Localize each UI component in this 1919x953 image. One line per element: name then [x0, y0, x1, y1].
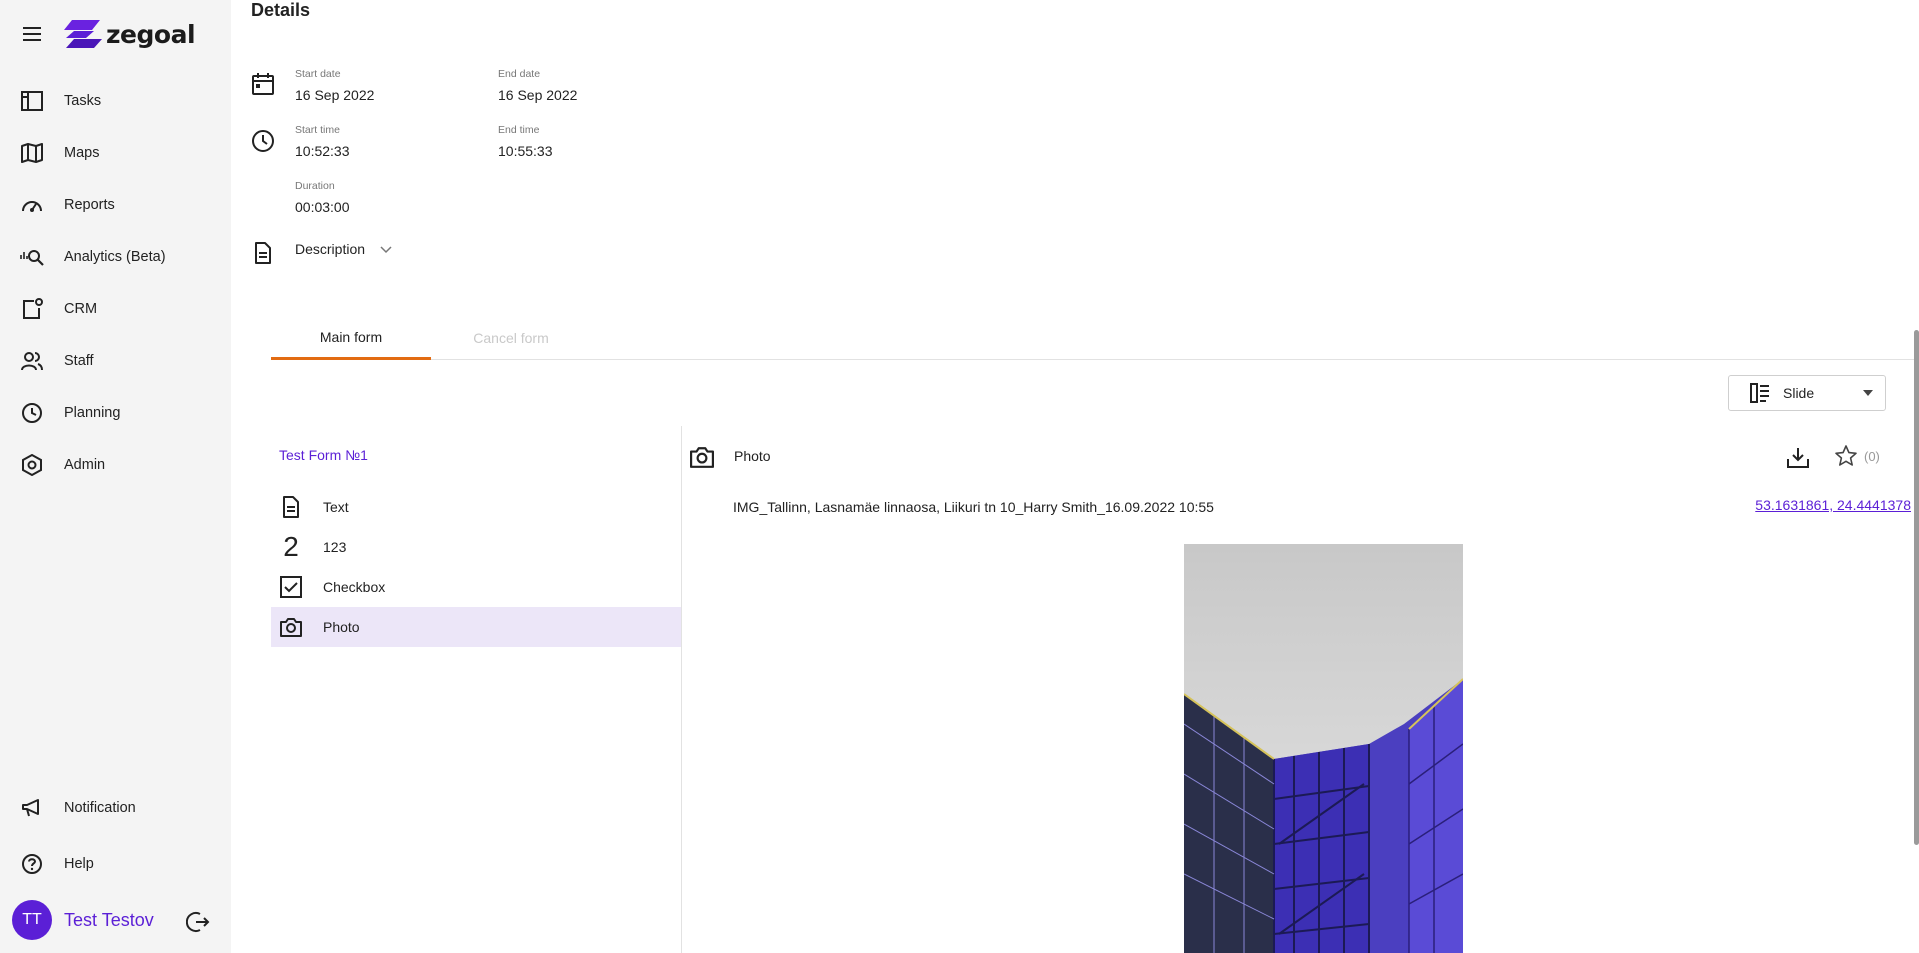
checkbox-icon	[279, 575, 303, 599]
clock-icon	[20, 401, 44, 425]
description-label: Description	[295, 241, 366, 257]
start-time-value: 10:52:33	[295, 143, 350, 159]
sidebar-item-help[interactable]: Help	[0, 844, 231, 884]
start-date-value: 16 Sep 2022	[295, 87, 375, 103]
photo-viewer: Photo (0) IMG_Tallinn, Lasnamäe linnaosa…	[682, 426, 1919, 953]
form-item-checkbox[interactable]: Checkbox	[271, 567, 681, 607]
page-title: Details	[251, 0, 311, 20]
sidebar: zegoal Tasks Maps Reports Analytics (Bet…	[0, 0, 231, 953]
document-icon	[279, 495, 303, 519]
camera-icon	[690, 447, 714, 468]
analytics-search-icon	[20, 245, 44, 269]
tasks-icon	[20, 89, 44, 113]
end-time-value: 10:55:33	[498, 143, 553, 159]
sidebar-item-label: Help	[64, 856, 94, 872]
sidebar-item-label: Admin	[64, 457, 106, 473]
view-mode-select[interactable]: Slide	[1728, 375, 1886, 411]
megaphone-icon	[20, 796, 44, 820]
hamburger-icon[interactable]	[20, 22, 44, 46]
slide-view-icon	[1750, 383, 1769, 403]
clock-icon	[252, 130, 274, 152]
sidebar-item-label: Staff	[64, 353, 94, 369]
sidebar-item-label: CRM	[64, 301, 98, 317]
sidebar-item-crm[interactable]: CRM	[0, 289, 231, 329]
download-icon[interactable]	[1785, 445, 1811, 471]
sidebar-item-notification[interactable]: Notification	[0, 788, 231, 828]
logout-icon[interactable]	[186, 910, 210, 934]
number-icon: 2	[283, 531, 299, 562]
document-icon	[255, 242, 271, 264]
calendar-icon	[252, 73, 274, 95]
caret-down-icon	[1863, 390, 1873, 396]
main-content: Details Start date 16 Sep 2022 End date …	[231, 0, 1919, 953]
end-date-label: End date	[498, 68, 541, 80]
form-item-label: Text	[323, 499, 349, 515]
duration-value: 00:03:00	[295, 199, 350, 215]
form-item-label: Photo	[323, 619, 360, 635]
map-icon	[20, 141, 44, 165]
start-time-label: Start time	[295, 124, 340, 136]
camera-icon	[279, 615, 303, 639]
avatar[interactable]: TT	[12, 900, 52, 940]
photo-coordinates-link[interactable]: 53.1631861, 24.4441378	[1755, 497, 1911, 513]
form-item-photo[interactable]: Photo	[271, 607, 681, 647]
sidebar-item-label: Analytics (Beta)	[64, 249, 166, 265]
zegoal-logo-icon	[64, 20, 102, 48]
logo-text: zegoal	[106, 19, 196, 49]
form-title[interactable]: Test Form №1	[279, 447, 368, 463]
sidebar-item-staff[interactable]: Staff	[0, 341, 231, 381]
scrollbar[interactable]	[1914, 330, 1919, 845]
tab-main-form[interactable]: Main form	[271, 316, 431, 360]
form-item-label: 123	[323, 539, 347, 555]
menu-toggle[interactable]	[20, 18, 44, 50]
sidebar-item-label: Notification	[64, 800, 136, 816]
form-tabs: Main form Cancel form	[271, 316, 1919, 360]
tab-cancel-form[interactable]: Cancel form	[431, 316, 591, 360]
sidebar-item-label: Planning	[64, 405, 121, 421]
sidebar-item-label: Maps	[64, 145, 100, 161]
admin-icon	[20, 453, 44, 477]
end-time-label: End time	[498, 124, 540, 136]
view-mode-value: Slide	[1783, 385, 1815, 401]
form-fields-list: Test Form №1 Text 2 123 Checkbox Photo	[271, 426, 682, 953]
sidebar-item-tasks[interactable]: Tasks	[0, 81, 231, 121]
sidebar-item-label: Reports	[64, 197, 115, 213]
speedometer-icon	[20, 193, 44, 217]
user-name[interactable]: Test Testov	[64, 910, 154, 931]
sidebar-item-analytics[interactable]: Analytics (Beta)	[0, 237, 231, 277]
sidebar-item-maps[interactable]: Maps	[0, 133, 231, 173]
start-date-label: Start date	[295, 68, 341, 80]
help-icon	[20, 852, 44, 876]
form-item-number[interactable]: 2 123	[271, 527, 681, 567]
sidebar-item-label: Tasks	[64, 93, 102, 109]
crm-icon	[20, 297, 44, 321]
end-date-value: 16 Sep 2022	[498, 87, 578, 103]
sidebar-item-admin[interactable]: Admin	[0, 445, 231, 485]
sidebar-item-planning[interactable]: Planning	[0, 393, 231, 433]
chevron-down-icon	[380, 246, 392, 254]
star-icon[interactable]	[1834, 444, 1858, 468]
form-item-text[interactable]: Text	[271, 487, 681, 527]
description-toggle[interactable]: Description	[295, 241, 393, 257]
rating-count: (0)	[1864, 449, 1880, 464]
duration-label: Duration	[295, 180, 335, 192]
staff-icon	[20, 349, 44, 373]
photo-title: Photo	[734, 448, 771, 464]
logo[interactable]: zegoal	[64, 18, 196, 50]
photo-caption: IMG_Tallinn, Lasnamäe linnaosa, Liikuri …	[733, 499, 1214, 515]
form-item-label: Checkbox	[323, 579, 386, 595]
photo-image[interactable]	[1184, 544, 1463, 953]
sidebar-item-reports[interactable]: Reports	[0, 185, 231, 225]
